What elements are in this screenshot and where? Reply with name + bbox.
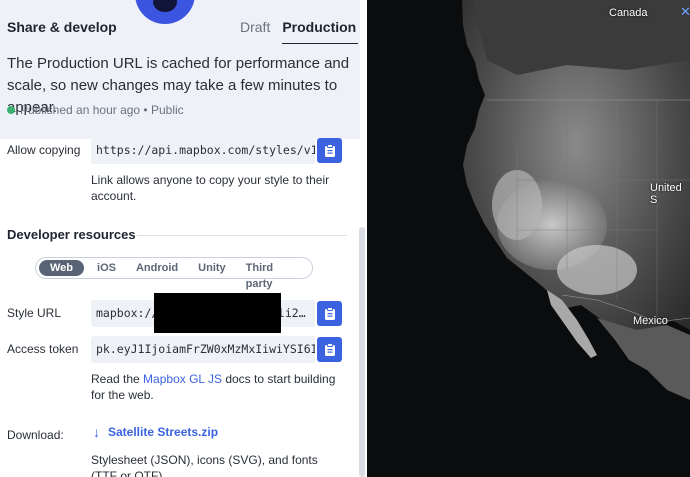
- download-zip-link[interactable]: ↓ Satellite Streets.zip: [93, 424, 218, 440]
- access-token-label: Access token: [7, 342, 79, 356]
- platform-android[interactable]: Android: [129, 260, 185, 276]
- tab-draft[interactable]: Draft: [240, 19, 270, 44]
- close-icon[interactable]: ✕: [680, 4, 690, 20]
- mascot-icon: [135, 0, 195, 24]
- allow-copying-label: Allow copying: [7, 143, 81, 157]
- download-arrow-icon: ↓: [93, 424, 100, 440]
- clipboard-icon: [324, 306, 335, 320]
- map-terrain: [462, 0, 690, 400]
- copy-style-url-button[interactable]: [317, 301, 342, 326]
- publish-status: Published an hour ago • Public: [7, 103, 184, 117]
- clipboard-icon: [324, 143, 335, 157]
- map-label-canada: Canada: [609, 7, 648, 19]
- tab-production[interactable]: Production: [282, 19, 359, 44]
- copy-share-url-button[interactable]: [317, 138, 342, 163]
- status-dot-icon: [7, 106, 15, 114]
- copy-access-token-button[interactable]: [317, 337, 342, 362]
- section-divider: [137, 235, 347, 236]
- panel-scrollbar[interactable]: [359, 227, 365, 477]
- download-label: Download:: [7, 428, 64, 442]
- platform-third-party[interactable]: Third party: [239, 260, 303, 290]
- mapbox-gl-js-link[interactable]: Mapbox GL JS: [143, 372, 222, 386]
- redaction-box: [154, 293, 281, 333]
- map-label-mexico: Mexico: [633, 315, 668, 327]
- platform-unity[interactable]: Unity: [191, 260, 233, 276]
- panel-title: Share & develop: [7, 19, 117, 35]
- share-develop-panel: Share & develop Draft Production The Pro…: [0, 0, 367, 477]
- access-token-field[interactable]: pk.eyJ1IjoiamFrZW0xMzMxIiwiYSI6ImN…: [91, 336, 315, 363]
- style-url-label: Style URL: [7, 306, 62, 320]
- map-label-united-states: United S: [650, 182, 682, 206]
- download-file-name: Satellite Streets.zip: [108, 425, 219, 439]
- clipboard-icon: [324, 342, 335, 356]
- status-text: Published an hour ago • Public: [20, 103, 184, 117]
- download-description: Stylesheet (JSON), icons (SVG), and font…: [91, 453, 318, 477]
- docs-help: Read the Mapbox GL JS docs to start buil…: [91, 371, 346, 403]
- platform-web[interactable]: Web: [39, 260, 85, 276]
- tabs: Draft Production: [240, 19, 359, 44]
- platform-ios[interactable]: iOS: [90, 260, 123, 276]
- allow-copying-help: Link allows anyone to copy your style to…: [91, 173, 330, 203]
- share-url-field[interactable]: https://api.mapbox.com/styles/v1/j…: [91, 137, 315, 164]
- platform-selector: Web iOS Android Unity Third party: [35, 257, 313, 290]
- docs-text-pre: Read the: [91, 372, 144, 386]
- developer-resources-heading: Developer resources: [7, 227, 136, 242]
- production-info-box: Share & develop Draft Production The Pro…: [0, 0, 360, 139]
- map-view[interactable]: Canada United S Mexico ✕: [367, 0, 690, 477]
